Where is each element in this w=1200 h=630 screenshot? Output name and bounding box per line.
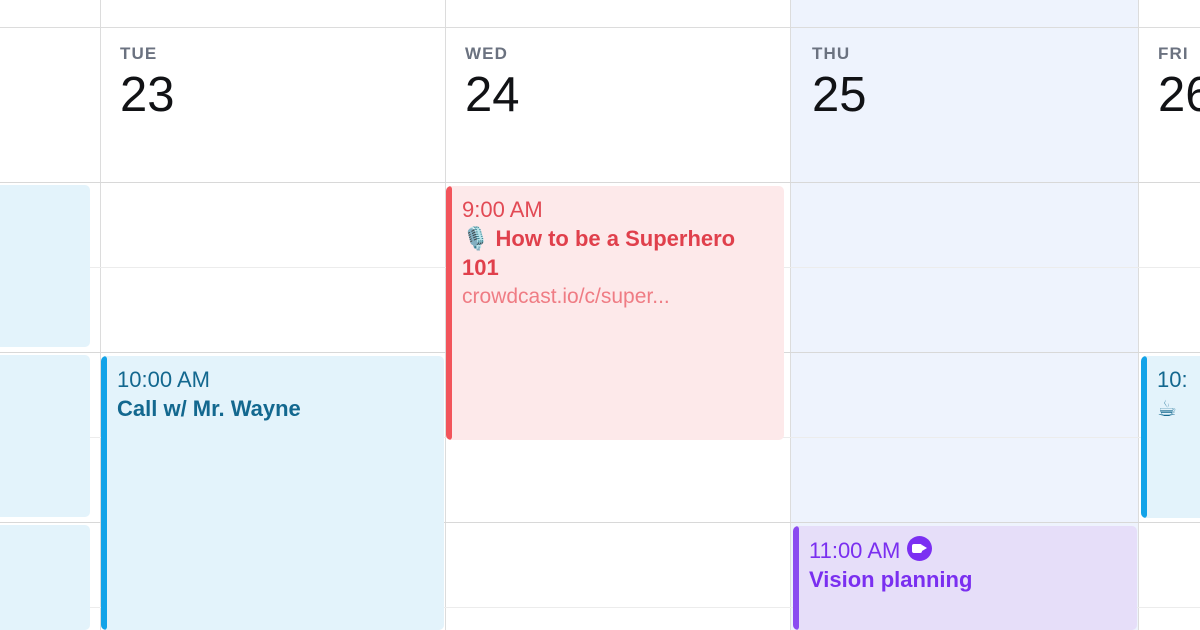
- zoom-video-icon-lens: [922, 545, 928, 551]
- event-accent-bar: [1141, 356, 1147, 518]
- day-of-week-label: FRI: [1158, 44, 1189, 63]
- event-card-call-mr-wayne[interactable]: 10:00 AM Call w/ Mr. Wayne: [101, 356, 444, 630]
- event-title: ☕: [1157, 395, 1200, 424]
- zoom-video-icon[interactable]: [907, 536, 933, 561]
- day-of-week-label: WED: [465, 44, 508, 63]
- event-card-superhero-101[interactable]: 9:00 AM 🎙️ How to be a Superhero 101 cro…: [446, 186, 784, 440]
- event-time: 11:00 AM: [809, 536, 1125, 565]
- event-title-text: How to be a Superhero 101: [462, 226, 736, 280]
- event-time: 9:00 AM: [462, 197, 543, 222]
- event-time: 10:00 AM: [117, 367, 210, 392]
- event-card-clipped[interactable]: [0, 525, 90, 630]
- event-accent-bar: [101, 356, 107, 630]
- day-of-week-label: TUE: [120, 44, 158, 63]
- event-title: 🎙️ How to be a Superhero 101: [462, 225, 772, 281]
- event-card-vision-planning[interactable]: 11:00 AM Vision planning: [793, 526, 1137, 630]
- week-calendar-grid: TUE 23 WED 24 THU 25 FRI 26 9:00 AM 🎙️ H…: [0, 0, 1200, 630]
- day-number-label: 23: [120, 68, 175, 122]
- event-time: 10:: [1157, 367, 1188, 392]
- zoom-video-icon-body: [912, 544, 923, 553]
- coffee-emoji: ☕: [1157, 397, 1177, 423]
- event-card-clipped[interactable]: [0, 355, 90, 517]
- day-number-label: 24: [465, 68, 520, 122]
- day-number-label: 26: [1158, 68, 1200, 122]
- day-header-fri[interactable]: FRI 26: [1158, 27, 1200, 121]
- event-title: Call w/ Mr. Wayne: [117, 396, 301, 422]
- day-number-label: 25: [812, 68, 867, 122]
- day-header-tue[interactable]: TUE 23: [120, 27, 175, 121]
- studio-microphone-emoji: 🎙️: [462, 227, 490, 253]
- event-time-text: 11:00 AM: [809, 538, 901, 563]
- event-title: Vision planning: [809, 567, 973, 593]
- event-subtitle: crowdcast.io/c/super...: [462, 284, 670, 308]
- event-accent-bar: [793, 526, 799, 630]
- event-accent-bar: [446, 186, 452, 440]
- day-of-week-label: THU: [812, 44, 851, 63]
- day-header-wed[interactable]: WED 24: [465, 27, 520, 121]
- event-card-clipped[interactable]: [0, 185, 90, 347]
- event-card-fri-coffee[interactable]: 10: ☕: [1141, 356, 1200, 518]
- day-header-thu[interactable]: THU 25: [812, 27, 867, 121]
